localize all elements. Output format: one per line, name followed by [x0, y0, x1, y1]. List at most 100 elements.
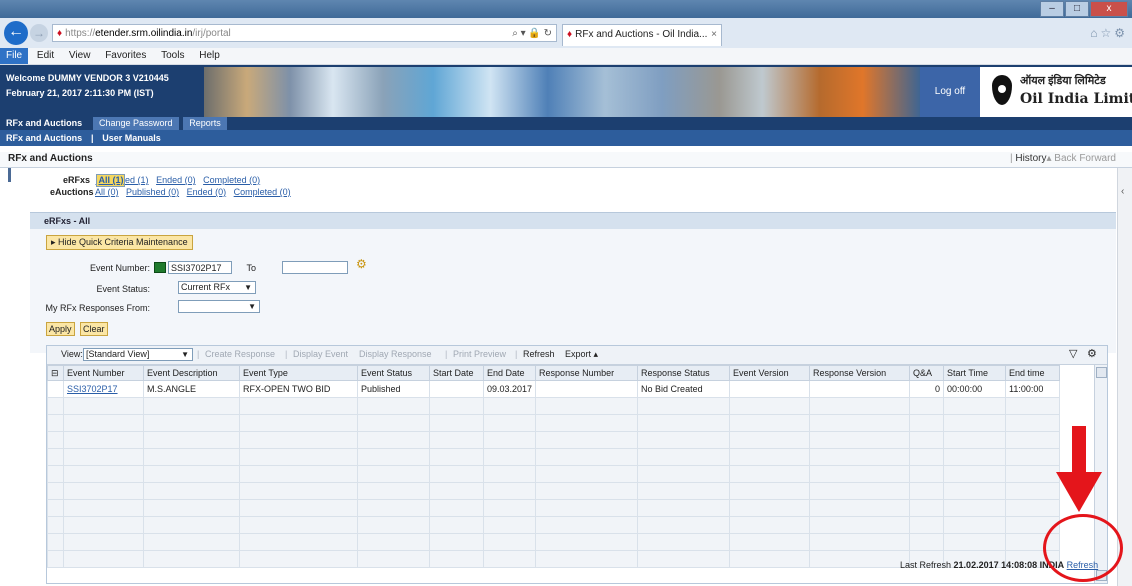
tab-rfx-and-auctions[interactable]: RFx and Auctions — [0, 117, 89, 130]
event-number-match-icon[interactable] — [154, 262, 166, 273]
banner-photo-strip — [204, 67, 920, 117]
subnav-user-manuals[interactable]: User Manuals — [96, 130, 161, 146]
maximize-button[interactable]: □ — [1065, 1, 1089, 17]
home-star-gear-icon[interactable]: ⌂☆⚙ — [1090, 26, 1128, 40]
table-cell: 00:00:00 — [943, 380, 1007, 398]
menu-edit[interactable]: Edit — [31, 48, 60, 64]
minimize-button[interactable]: – — [1040, 1, 1064, 17]
view-select[interactable]: [Standard View] ▼ — [83, 348, 193, 361]
settings-icon[interactable]: ⚙ — [1087, 347, 1097, 360]
column-header[interactable]: Event Status — [357, 365, 430, 381]
eauction-ended-link[interactable]: Ended (0) — [187, 187, 227, 197]
column-header[interactable]: End time — [1005, 365, 1061, 381]
table-cell — [535, 499, 639, 517]
logoff-button[interactable]: Log off — [920, 67, 980, 117]
results-table: ⊟ Event Number Event Description Event T… — [47, 365, 1061, 568]
page-scrollbar[interactable]: ‹ — [1117, 168, 1132, 586]
table-cell — [535, 550, 639, 568]
logo-english-text: Oil India Limited — [1020, 91, 1132, 107]
table-cell: M.S.ANGLE — [143, 380, 240, 398]
tab-change-password[interactable]: Change Password — [92, 117, 179, 130]
table-cell — [482, 465, 537, 483]
back-link[interactable]: Back — [1054, 153, 1076, 164]
erfx-completed-link[interactable]: Completed (0) — [203, 175, 260, 185]
table-cell — [143, 550, 240, 568]
eauction-label: eAuctions — [50, 187, 94, 197]
table-cell — [729, 448, 811, 466]
column-header[interactable]: Start Date — [429, 365, 484, 381]
subnav-rfx-and-auctions[interactable]: RFx and Auctions — [0, 130, 82, 146]
column-header[interactable]: Event Description — [143, 365, 240, 381]
display-response-button[interactable]: Display Response — [359, 349, 432, 359]
table-row[interactable]: SSI3702P17 M.S.ANGLE RFX-OPEN TWO BID Pu… — [47, 380, 1061, 398]
table-cell — [909, 482, 945, 500]
chevron-down-icon: ▼ — [244, 283, 252, 292]
forward-link[interactable]: Forward — [1079, 153, 1116, 164]
quick-links: eRFxs All (1) Published (1) Ended (0) Co… — [50, 174, 296, 198]
menu-favorites[interactable]: Favorites — [99, 48, 152, 64]
refresh-button[interactable]: Refresh — [523, 349, 555, 359]
address-tools-icon[interactable]: ⌕ ▾ 🔒 ↻ — [512, 25, 552, 43]
table-cell — [482, 550, 537, 568]
menu-file[interactable]: File — [0, 48, 29, 64]
table-cell — [143, 516, 240, 534]
display-event-button[interactable]: Display Event — [293, 349, 348, 359]
event-status-select[interactable]: Current RFx ▼ — [178, 281, 256, 294]
row-selector[interactable] — [47, 380, 64, 398]
column-header[interactable]: Event Number — [63, 365, 144, 381]
column-header[interactable]: Event Type — [239, 365, 358, 381]
column-header[interactable]: Response Version — [809, 365, 911, 381]
tab-close-icon[interactable]: × — [711, 25, 717, 45]
eauction-all-link[interactable]: All (0) — [95, 187, 119, 197]
column-header[interactable]: End Date — [482, 365, 537, 381]
eauction-published-link[interactable]: Published (0) — [126, 187, 179, 197]
toolbar-separator: | — [515, 349, 518, 359]
event-number-link[interactable]: SSI3702P17 — [67, 384, 118, 394]
responses-from-select[interactable]: ▼ — [178, 300, 260, 313]
apply-button[interactable]: Apply — [46, 322, 75, 336]
column-header[interactable]: Q&A — [909, 365, 945, 381]
table-cell — [47, 465, 64, 483]
table-cell — [143, 397, 240, 415]
browser-tab[interactable]: ♦ RFx and Auctions - Oil India... × — [562, 24, 722, 46]
clear-button[interactable]: Clear — [80, 322, 108, 336]
event-number-input[interactable]: SSI3702P17 — [168, 261, 232, 274]
table-cell — [535, 397, 639, 415]
table-cell — [429, 516, 484, 534]
address-bar[interactable]: ♦ https://etender.srm.oilindia.in/irj/por… — [52, 24, 557, 42]
forward-arrow-icon[interactable]: → — [30, 24, 48, 42]
back-arrow-icon[interactable]: ← — [4, 21, 28, 45]
print-preview-button[interactable]: Print Preview — [453, 349, 506, 359]
table-cell — [429, 448, 484, 466]
column-header[interactable]: Start Time — [943, 365, 1007, 381]
table-cell: Published — [357, 380, 430, 398]
table-cell — [482, 516, 537, 534]
table-cell — [239, 533, 358, 551]
close-window-button[interactable]: x — [1090, 1, 1128, 17]
left-edge-marker — [8, 168, 11, 182]
hide-criteria-button[interactable]: ▸ Hide Quick Criteria Maintenance — [46, 235, 193, 250]
export-button[interactable]: Export ▴ — [565, 349, 598, 360]
menu-tools[interactable]: Tools — [155, 48, 190, 64]
table-cell — [239, 448, 358, 466]
select-all-icon[interactable]: ⊟ — [47, 365, 64, 381]
history-link[interactable]: History — [1015, 153, 1046, 164]
table-cell[interactable]: SSI3702P17 — [63, 380, 144, 398]
scroll-up-icon[interactable] — [1096, 367, 1107, 378]
search-help-icon[interactable]: ⚙ — [356, 257, 367, 271]
tab-reports[interactable]: Reports — [183, 117, 227, 130]
scroll-chevron-icon[interactable]: ‹ — [1121, 186, 1124, 197]
table-cell — [429, 380, 484, 398]
eauction-completed-link[interactable]: Completed (0) — [234, 187, 291, 197]
column-header[interactable]: Event Version — [729, 365, 811, 381]
table-cell — [729, 499, 811, 517]
event-number-to-input[interactable] — [282, 261, 348, 274]
menu-help[interactable]: Help — [193, 48, 226, 64]
column-header[interactable]: Response Number — [535, 365, 639, 381]
erfx-ended-link[interactable]: Ended (0) — [156, 175, 196, 185]
erfx-all-link[interactable]: All (1) — [95, 174, 125, 187]
menu-view[interactable]: View — [63, 48, 97, 64]
create-response-button[interactable]: Create Response — [205, 349, 275, 359]
filter-icon[interactable]: ▽ — [1069, 347, 1077, 360]
column-header[interactable]: Response Status — [637, 365, 731, 381]
